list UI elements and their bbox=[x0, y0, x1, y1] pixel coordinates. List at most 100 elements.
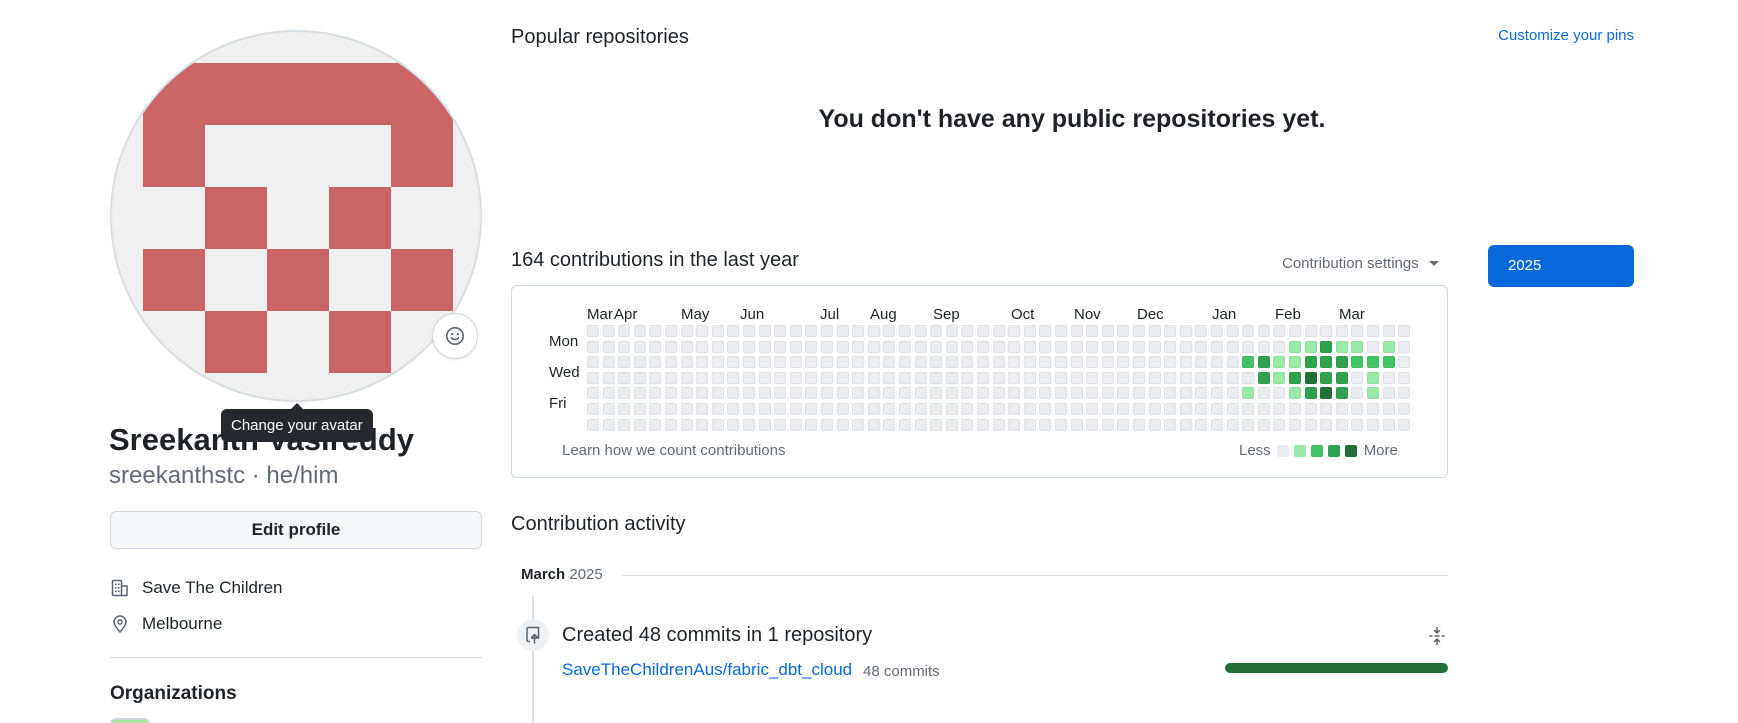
contribution-day[interactable] bbox=[992, 325, 1005, 337]
contribution-day[interactable] bbox=[1070, 403, 1083, 415]
contribution-day[interactable] bbox=[1242, 325, 1255, 337]
contribution-day[interactable] bbox=[930, 371, 943, 384]
contribution-day[interactable] bbox=[1351, 325, 1364, 337]
contribution-day[interactable] bbox=[1070, 356, 1083, 369]
contribution-day[interactable] bbox=[711, 325, 724, 337]
contribution-day[interactable] bbox=[821, 403, 833, 415]
contribution-day[interactable] bbox=[1211, 387, 1223, 400]
contribution-day[interactable] bbox=[1117, 387, 1130, 400]
contribution-day[interactable] bbox=[1195, 340, 1208, 353]
contribution-day[interactable] bbox=[1179, 325, 1192, 337]
contribution-day[interactable] bbox=[1351, 340, 1364, 353]
contribution-day[interactable] bbox=[852, 403, 865, 415]
contribution-day[interactable] bbox=[1039, 325, 1052, 337]
contribution-day[interactable] bbox=[587, 371, 599, 384]
contribution-day[interactable] bbox=[1398, 387, 1411, 400]
contribution-day[interactable] bbox=[665, 356, 677, 369]
contribution-day[interactable] bbox=[1320, 356, 1333, 369]
contribution-day[interactable] bbox=[649, 340, 662, 353]
contribution-day[interactable] bbox=[1273, 371, 1286, 384]
contribution-day[interactable] bbox=[1070, 418, 1083, 431]
contribution-day[interactable] bbox=[1226, 340, 1239, 353]
contribution-day[interactable] bbox=[992, 387, 1005, 400]
contribution-day[interactable] bbox=[1101, 387, 1114, 400]
contribution-day[interactable] bbox=[1320, 340, 1333, 353]
contribution-day[interactable] bbox=[1023, 371, 1036, 384]
contribution-day[interactable] bbox=[727, 356, 740, 369]
contribution-day[interactable] bbox=[1226, 418, 1239, 431]
contribution-day[interactable] bbox=[914, 356, 927, 369]
change-avatar-button[interactable] bbox=[432, 313, 478, 359]
contribution-day[interactable] bbox=[1039, 356, 1052, 369]
contribution-day[interactable] bbox=[1211, 356, 1223, 369]
contribution-day[interactable] bbox=[1101, 340, 1114, 353]
contribution-day[interactable] bbox=[758, 403, 771, 415]
contribution-day[interactable] bbox=[1023, 325, 1036, 337]
contribution-day[interactable] bbox=[961, 325, 974, 337]
contribution-day[interactable] bbox=[1273, 387, 1286, 400]
contribution-day[interactable] bbox=[867, 418, 880, 431]
contribution-day[interactable] bbox=[633, 387, 646, 400]
contribution-day[interactable] bbox=[945, 387, 958, 400]
contribution-day[interactable] bbox=[727, 387, 740, 400]
contribution-day[interactable] bbox=[930, 340, 943, 353]
contribution-day[interactable] bbox=[1242, 371, 1255, 384]
contribution-day[interactable] bbox=[945, 371, 958, 384]
contribution-day[interactable] bbox=[1023, 356, 1036, 369]
contribution-day[interactable] bbox=[930, 325, 943, 337]
contribution-day[interactable] bbox=[1211, 325, 1223, 337]
contribution-day[interactable] bbox=[821, 325, 833, 337]
contribution-day[interactable] bbox=[977, 356, 989, 369]
contribution-day[interactable] bbox=[945, 403, 958, 415]
contribution-day[interactable] bbox=[587, 403, 599, 415]
contribution-day[interactable] bbox=[852, 340, 865, 353]
contribution-day[interactable] bbox=[1133, 340, 1145, 353]
edit-profile-button[interactable]: Edit profile bbox=[110, 511, 482, 549]
contribution-day[interactable] bbox=[774, 403, 787, 415]
contribution-day[interactable] bbox=[1226, 371, 1239, 384]
contribution-day[interactable] bbox=[1086, 325, 1099, 337]
contribution-day[interactable] bbox=[1242, 418, 1255, 431]
contribution-day[interactable] bbox=[1242, 403, 1255, 415]
contribution-day[interactable] bbox=[618, 356, 631, 369]
contribution-day[interactable] bbox=[618, 371, 631, 384]
contribution-day[interactable] bbox=[1117, 340, 1130, 353]
contribution-day[interactable] bbox=[805, 371, 818, 384]
contribution-day[interactable] bbox=[696, 403, 709, 415]
contribution-day[interactable] bbox=[867, 371, 880, 384]
contribution-day[interactable] bbox=[992, 340, 1005, 353]
contribution-day[interactable] bbox=[602, 356, 615, 369]
contribution-day[interactable] bbox=[1382, 356, 1395, 369]
contribution-day[interactable] bbox=[665, 387, 677, 400]
contribution-day[interactable] bbox=[852, 356, 865, 369]
contribution-day[interactable] bbox=[914, 371, 927, 384]
contribution-day[interactable] bbox=[1101, 356, 1114, 369]
contribution-day[interactable] bbox=[1351, 387, 1364, 400]
contribution-day[interactable] bbox=[1086, 356, 1099, 369]
contribution-day[interactable] bbox=[1070, 340, 1083, 353]
contribution-day[interactable] bbox=[743, 403, 755, 415]
contribution-day[interactable] bbox=[1195, 371, 1208, 384]
contribution-day[interactable] bbox=[805, 418, 818, 431]
contribution-day[interactable] bbox=[1101, 371, 1114, 384]
contribution-day[interactable] bbox=[1335, 403, 1348, 415]
contribution-day[interactable] bbox=[1195, 403, 1208, 415]
contribution-day[interactable] bbox=[1195, 325, 1208, 337]
contribution-day[interactable] bbox=[1117, 371, 1130, 384]
contribution-day[interactable] bbox=[883, 387, 896, 400]
contribution-day[interactable] bbox=[774, 387, 787, 400]
contribution-day[interactable] bbox=[1055, 387, 1067, 400]
contribution-day[interactable] bbox=[633, 418, 646, 431]
contribution-day[interactable] bbox=[1242, 356, 1255, 369]
contribution-day[interactable] bbox=[727, 403, 740, 415]
contribution-day[interactable] bbox=[1039, 387, 1052, 400]
contribution-day[interactable] bbox=[992, 418, 1005, 431]
contribution-day[interactable] bbox=[1335, 325, 1348, 337]
contribution-day[interactable] bbox=[977, 387, 989, 400]
contribution-day[interactable] bbox=[1320, 325, 1333, 337]
contribution-day[interactable] bbox=[899, 418, 911, 431]
contribution-day[interactable] bbox=[649, 371, 662, 384]
contribution-day[interactable] bbox=[1273, 325, 1286, 337]
contribution-day[interactable] bbox=[743, 325, 755, 337]
contribution-day[interactable] bbox=[899, 340, 911, 353]
